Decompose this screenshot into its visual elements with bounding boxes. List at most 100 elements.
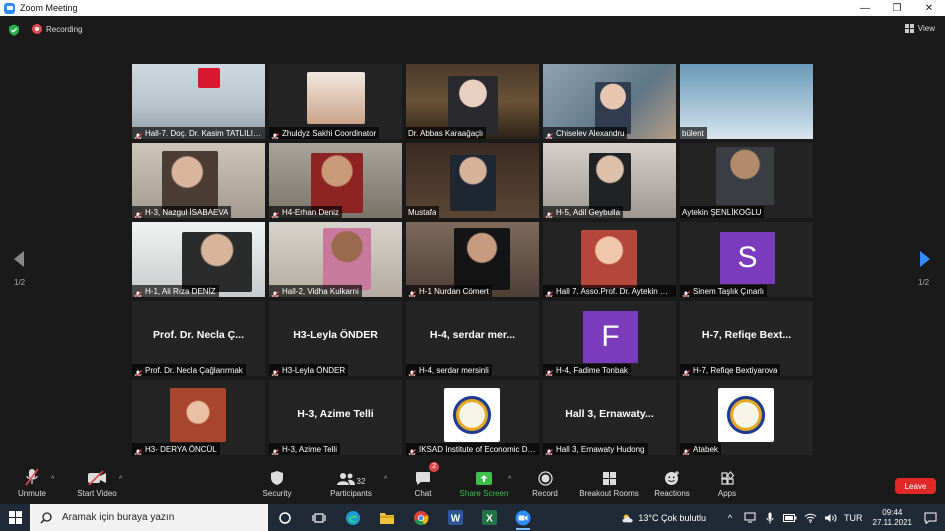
participant-tile[interactable]: Dr. Abbas Karaağaçlı bbox=[406, 64, 539, 139]
task-view-icon bbox=[312, 512, 326, 523]
participant-name-bar: H-1 Nurdan Cömert bbox=[406, 285, 492, 297]
taskbar-chrome[interactable] bbox=[404, 504, 438, 531]
security-shield-icon bbox=[271, 471, 283, 485]
cortana-button[interactable] bbox=[268, 504, 302, 531]
participant-image bbox=[454, 228, 510, 290]
minimize-button[interactable]: — bbox=[849, 0, 881, 16]
chat-button[interactable]: 2 Chat bbox=[410, 462, 439, 504]
participant-name: H-1, Ali Rıza DENİZ bbox=[145, 286, 216, 296]
participants-options-caret-icon[interactable]: ^ bbox=[384, 476, 387, 483]
participant-image bbox=[716, 147, 774, 205]
muted-mic-icon bbox=[271, 287, 279, 297]
taskbar-edge[interactable] bbox=[336, 504, 370, 531]
taskbar-zoom[interactable] bbox=[506, 504, 540, 531]
start-video-button[interactable]: Start Video bbox=[74, 464, 120, 504]
input-language[interactable]: TUR bbox=[844, 513, 863, 523]
reactions-button[interactable]: Reactions bbox=[652, 464, 692, 504]
participant-tile[interactable]: Zhuldyz Sakhi Coordinator bbox=[269, 64, 402, 139]
participant-name-bar: H3- DERYA ÖNCÜL bbox=[132, 443, 220, 455]
participant-tile[interactable]: H-4, serdar mer... H-4, serdar mersinli bbox=[406, 301, 539, 376]
taskbar-search-box[interactable]: Aramak için buraya yazın bbox=[30, 504, 268, 531]
participant-name-bar: H-3, Nazgul İSABAEVA bbox=[132, 206, 232, 218]
weather-cloud-icon[interactable] bbox=[621, 511, 635, 525]
battery-icon[interactable] bbox=[783, 511, 797, 525]
share-options-caret-icon[interactable]: ^ bbox=[508, 476, 511, 483]
security-button[interactable]: Security bbox=[260, 464, 294, 504]
muted-mic-icon bbox=[682, 366, 690, 376]
taskbar-explorer[interactable] bbox=[370, 504, 404, 531]
participant-tile[interactable]: bülent bbox=[680, 64, 813, 139]
previous-page-arrow-icon[interactable] bbox=[12, 250, 26, 268]
participant-name-bar: Atabek bbox=[680, 443, 721, 455]
participant-name: H-5, Adil Geybulla bbox=[556, 207, 621, 217]
unmute-button[interactable]: Unmute bbox=[14, 464, 50, 504]
participant-name: Hall-7. Doç. Dr. Kasim TATLILIOĞLU bbox=[145, 128, 262, 138]
share-screen-button[interactable]: Share Screen bbox=[458, 464, 510, 504]
participants-icon bbox=[336, 473, 355, 485]
participant-tile[interactable]: Hall 7. Asso.Prof. Dr. Aytekin Kalkan bbox=[543, 222, 676, 297]
file-explorer-icon bbox=[380, 512, 394, 524]
shield-icon[interactable] bbox=[8, 24, 20, 36]
participant-tile[interactable]: H-5, Adil Geybulla bbox=[543, 143, 676, 218]
participant-name: Dr. Abbas Karaağaçlı bbox=[408, 128, 484, 138]
volume-icon[interactable] bbox=[823, 511, 837, 525]
participant-tile[interactable]: Prof. Dr. Necla Ç... Prof. Dr. Necla Çağl… bbox=[132, 301, 265, 376]
participant-name: H4-Erhan Deniz bbox=[282, 207, 339, 217]
word-icon: W bbox=[447, 510, 463, 525]
participant-tile[interactable]: H4-Erhan Deniz bbox=[269, 143, 402, 218]
participant-tile[interactable]: Aytekin ŞENLİKOĞLU bbox=[680, 143, 813, 218]
participant-tile[interactable]: Chiselev Alexandru bbox=[543, 64, 676, 139]
participant-tile[interactable]: Atabek bbox=[680, 380, 813, 455]
participant-tile[interactable]: Mustafa bbox=[406, 143, 539, 218]
wifi-icon[interactable] bbox=[803, 511, 817, 525]
participant-tile[interactable]: H-1 Nurdan Cömert bbox=[406, 222, 539, 297]
chat-unread-badge: 2 bbox=[429, 462, 439, 472]
taskbar-word[interactable]: W bbox=[438, 504, 472, 531]
participant-name-bar: H4-Erhan Deniz bbox=[269, 206, 342, 218]
participants-button[interactable]: 32 Participants bbox=[328, 464, 374, 504]
breakout-rooms-button[interactable]: Breakout Rooms bbox=[578, 464, 640, 504]
clock-date: 27.11.2021 bbox=[872, 517, 912, 527]
view-button[interactable]: View bbox=[904, 24, 935, 33]
apps-button[interactable]: Apps bbox=[712, 464, 742, 504]
record-button[interactable]: Record bbox=[530, 464, 560, 504]
muted-mic-icon bbox=[545, 366, 553, 376]
notifications-icon[interactable] bbox=[923, 511, 937, 525]
participant-tile[interactable]: F H-4, Fadime Tonbak bbox=[543, 301, 676, 376]
windows-start-button[interactable] bbox=[0, 504, 30, 531]
recording-indicator[interactable]: Recording bbox=[32, 24, 82, 34]
task-view-button[interactable] bbox=[302, 504, 336, 531]
audio-options-caret-icon[interactable]: ^ bbox=[51, 476, 54, 483]
reactions-label: Reactions bbox=[654, 489, 690, 498]
unmute-label: Unmute bbox=[17, 489, 46, 498]
participant-tile[interactable]: H-1, Ali Rıza DENİZ bbox=[132, 222, 265, 297]
participant-name-bar: Prof. Dr. Necla Çağlarırmak bbox=[132, 364, 246, 376]
taskbar-clock[interactable]: 09:44 27.11.2021 bbox=[873, 508, 912, 528]
participant-tile[interactable]: H3- DERYA ÖNCÜL bbox=[132, 380, 265, 455]
monitor-icon[interactable] bbox=[743, 511, 757, 525]
participant-name: Hall-2, Vidha Kulkarni bbox=[282, 286, 359, 296]
next-page-arrow-icon[interactable] bbox=[918, 250, 932, 268]
apps-label: Apps bbox=[717, 489, 737, 498]
participant-name: Mustafa bbox=[408, 207, 437, 217]
participant-tile[interactable]: Hall 3, Ernawaty... Hall 3, Ernawaty Hudo… bbox=[543, 380, 676, 455]
restore-button[interactable]: ❐ bbox=[881, 0, 913, 16]
muted-mic-icon bbox=[271, 129, 279, 139]
participant-tile[interactable]: H-7, Refiqe Bext... H-7, Refiqe Bextiyaro… bbox=[680, 301, 813, 376]
chevron-up-icon[interactable]: ^ bbox=[723, 511, 737, 525]
video-options-caret-icon[interactable]: ^ bbox=[119, 476, 122, 483]
participant-tile[interactable]: Hall-7. Doç. Dr. Kasim TATLILIOĞLU bbox=[132, 64, 265, 139]
participant-name: Atabek bbox=[693, 444, 718, 454]
participant-tile[interactable]: IKSAD Institute of Economic Development bbox=[406, 380, 539, 455]
participant-tile[interactable]: S Sinem Taşlık Çınarlı bbox=[680, 222, 813, 297]
close-button[interactable]: ✕ bbox=[913, 0, 945, 16]
leave-button[interactable]: Leave bbox=[895, 478, 936, 494]
microphone-tray-icon[interactable] bbox=[763, 511, 777, 525]
weather-text[interactable]: 13°C Çok bulutlu bbox=[638, 513, 706, 523]
taskbar-excel[interactable]: X bbox=[472, 504, 506, 531]
participant-tile[interactable]: H-3, Nazgul İSABAEVA bbox=[132, 143, 265, 218]
participant-tile[interactable]: H-3, Azime Telli H-3, Azime Telli bbox=[269, 380, 402, 455]
participant-tile[interactable]: Hall-2, Vidha Kulkarni bbox=[269, 222, 402, 297]
participant-name: Chiselev Alexandru bbox=[556, 128, 625, 138]
participant-tile[interactable]: H3-Leyla ÖNDER H3-Leyla ÖNDER bbox=[269, 301, 402, 376]
